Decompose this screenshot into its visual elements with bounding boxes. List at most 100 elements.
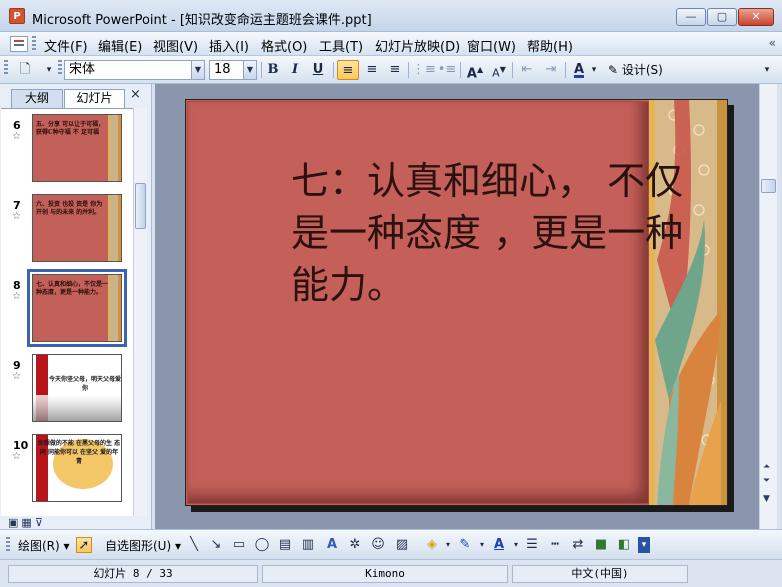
menu-tools[interactable]: 工具(T) [319, 36, 363, 55]
line-style-icon[interactable]: ☰ [524, 537, 540, 553]
thumbnail-decoration [108, 115, 121, 181]
thumbnail-text: 五、分享 可以让于可福，获得C种守福 不 足可福 [36, 121, 105, 136]
numbered-list-icon[interactable]: ⋮≡ [412, 60, 436, 80]
autoshapes-label: 自选图形(U) [105, 539, 172, 553]
toolbar-grip-icon-2[interactable] [58, 60, 62, 76]
toolbar-overflow-icon[interactable]: ▾ [638, 537, 650, 553]
slide-title[interactable]: 七：认真和细心， 不仅是一种态度 ，更是一种能力。 [291, 155, 711, 311]
close-button[interactable]: ✕ [738, 8, 774, 26]
draw-menu-button[interactable]: 绘图(R) ▾ [18, 537, 70, 554]
current-slide[interactable]: 七：认真和细心， 不仅是一种态度 ，更是一种能力。 [185, 99, 728, 506]
vertical-textbox-icon[interactable]: ▥ [300, 537, 316, 553]
menu-view[interactable]: 视图(V) [153, 36, 198, 55]
decrease-font-icon[interactable]: A▼ [488, 60, 510, 80]
fill-color-icon[interactable]: ◈ [424, 537, 440, 553]
underline-button[interactable]: U [307, 60, 329, 80]
align-right-icon[interactable]: ≡ [384, 60, 406, 80]
line-icon[interactable]: ╲ [186, 537, 202, 553]
picture-icon[interactable]: ▨ [394, 537, 410, 553]
slide-thumbnail[interactable]: 五、分享 可以让于可福，获得C种守福 不 足可福 [32, 114, 122, 182]
line-color-icon[interactable]: ✎ [457, 537, 473, 553]
slide-thumbnail[interactable]: 你想做的不能 在黑父母的生 态 同 同能你可以 在坚父 爱的年 青 [32, 434, 122, 502]
decrease-indent-icon[interactable]: ⇤ [516, 60, 538, 80]
font-name-select[interactable]: 宋体 ▼ [64, 60, 205, 80]
design-button[interactable]: ✎ 设计(S) [608, 61, 663, 78]
font-size-select[interactable]: 18 ▼ [209, 60, 257, 80]
bold-button[interactable]: B [262, 60, 284, 80]
toolbar-grip-icon[interactable] [4, 60, 8, 76]
slide-sorter-icon[interactable]: ▦ [21, 516, 34, 529]
font-name-value: 宋体 [69, 62, 96, 77]
wordart-icon[interactable]: A [324, 537, 340, 553]
menu-bar: 文件(F) 编辑(E) 视图(V) 插入(I) 格式(O) 工具(T) 幻灯片放… [0, 32, 782, 56]
chevron-down-icon[interactable]: ▼ [243, 61, 256, 79]
rectangle-icon[interactable]: ▭ [231, 537, 247, 553]
scrollbar-thumb[interactable] [761, 179, 776, 193]
new-document-icon[interactable]: 🗋 [14, 60, 36, 80]
maximize-button[interactable]: ▢ [707, 8, 737, 26]
draw-menu-label: 绘图(R) [18, 539, 60, 553]
next-slide-icon[interactable]: ⏷ [763, 476, 770, 486]
align-center-icon[interactable]: ≡ [361, 60, 383, 80]
toolbar-grip-icon[interactable] [6, 537, 10, 553]
increase-indent-icon[interactable]: ⇥ [540, 60, 562, 80]
scroll-down-icon[interactable]: ▼ [763, 494, 770, 504]
textbox-icon[interactable]: ▤ [277, 537, 293, 553]
toolbar-options-icon[interactable]: ▾ [38, 60, 60, 80]
chevron-down-icon[interactable]: ▼ [191, 61, 204, 79]
italic-button[interactable]: I [284, 60, 306, 80]
slide-thumbnail[interactable]: 六、投资 也投 资是 你为开创 与的未来 的并利。 [32, 194, 122, 262]
chevron-down-icon[interactable]: ▾ [588, 60, 600, 80]
align-left-icon[interactable]: ≡ [337, 60, 359, 80]
separator [333, 62, 334, 78]
dash-style-icon[interactable]: ┅ [547, 537, 563, 553]
document-menu-icon[interactable] [10, 36, 28, 52]
close-icon[interactable]: × [130, 87, 141, 102]
menu-slideshow[interactable]: 幻灯片放映(D) [375, 36, 460, 55]
animation-star-icon: ☆ [12, 451, 21, 462]
tab-slides[interactable]: 幻灯片 [64, 89, 125, 108]
previous-slide-icon[interactable]: ⏶ [763, 462, 770, 472]
chevron-down-icon[interactable]: ▾ [440, 537, 456, 553]
animation-star-icon: ☆ [12, 291, 21, 302]
autoshapes-menu-button[interactable]: 自选图形(U) ▾ [105, 537, 181, 554]
increase-font-icon[interactable]: A▲ [464, 60, 486, 81]
scrollbar-thumb[interactable] [135, 183, 146, 229]
menu-file[interactable]: 文件(F) [44, 36, 88, 55]
window-title: Microsoft PowerPoint - [知识改变命运主题班会课件.ppt… [32, 13, 372, 28]
thumbnail-scrollbar[interactable] [133, 108, 147, 516]
font-color-icon[interactable]: A [491, 537, 507, 553]
menu-edit[interactable]: 编辑(E) [98, 36, 142, 55]
normal-view-icon[interactable]: ▣ [8, 516, 21, 529]
menu-insert[interactable]: 插入(I) [209, 36, 249, 55]
bulleted-list-icon[interactable]: •≡ [436, 60, 458, 80]
shadow-style-icon[interactable]: ■ [593, 537, 609, 553]
language-status: 中文(中国) [512, 565, 688, 583]
tab-outline[interactable]: 大纲 [11, 89, 63, 108]
menubar-grip-icon[interactable] [32, 36, 36, 52]
select-pointer-icon[interactable]: ➚ [76, 537, 92, 553]
chevron-down-icon[interactable]: ▾ [508, 537, 524, 553]
oval-icon[interactable]: ◯ [254, 537, 270, 553]
slideshow-view-icon[interactable]: ⊽ [35, 516, 46, 529]
diagram-icon[interactable]: ✲ [347, 537, 363, 553]
separator [408, 62, 409, 78]
menu-window[interactable]: 窗口(W) [467, 36, 516, 55]
animation-star-icon: ☆ [12, 211, 21, 222]
slide-thumbnail-selected[interactable]: 七、认真和细心，不仅是一种态度，更是一种能力。 [27, 269, 127, 347]
menu-help[interactable]: 帮助(H) [527, 36, 573, 55]
arrow-style-icon[interactable]: ⇄ [570, 537, 586, 553]
font-color-icon[interactable]: A [568, 60, 590, 80]
clipart-icon[interactable]: ☺ [370, 537, 386, 553]
main-scrollbar[interactable]: ⏶ ⏷ ▼ [759, 84, 777, 529]
chevron-down-icon[interactable]: ▾ [474, 537, 490, 553]
menu-overflow-icon[interactable]: « [769, 36, 776, 50]
toolbar-overflow-icon[interactable]: ▾ [760, 60, 774, 80]
minimize-button[interactable]: — [676, 8, 706, 26]
3d-style-icon[interactable]: ◧ [616, 537, 632, 553]
slide-thumbnail[interactable]: 今天你坚父母，明天父母爱你 [32, 354, 122, 422]
menu-format[interactable]: 格式(O) [261, 36, 307, 55]
thumbnail-text: 七、认真和细心，不仅是一种态度，更是一种能力。 [36, 281, 109, 296]
arrow-icon[interactable]: ↘ [208, 537, 224, 553]
thumbnail-text: 六、投资 也投 资是 你为开创 与的未来 的并利。 [36, 201, 103, 216]
